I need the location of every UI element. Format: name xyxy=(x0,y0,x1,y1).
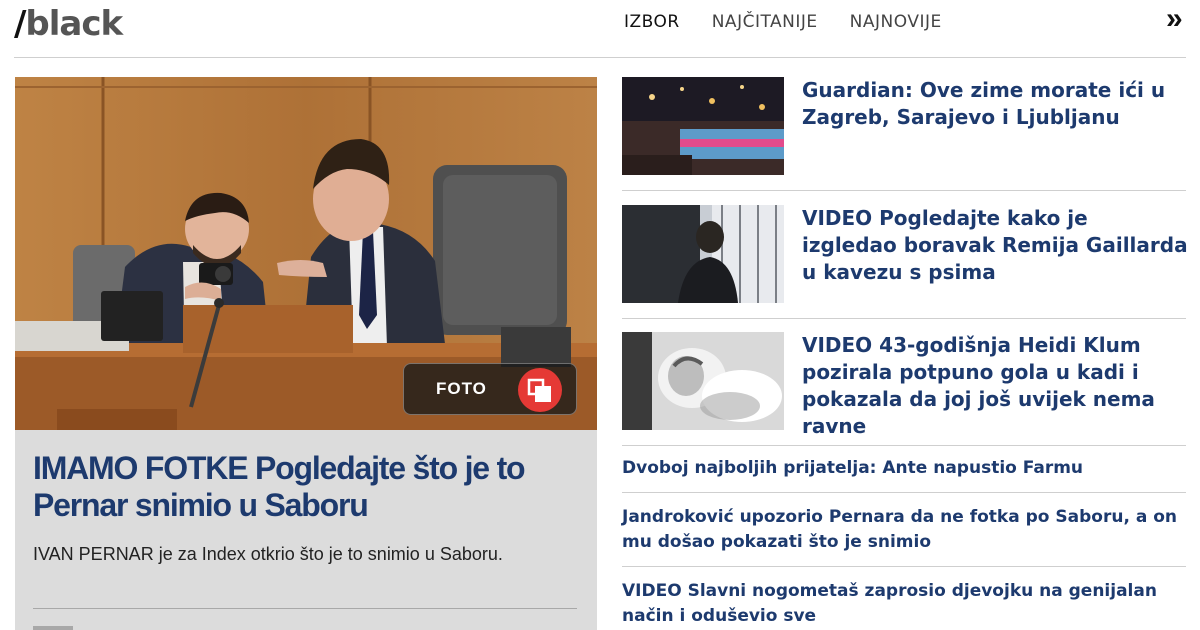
story-headline[interactable]: VIDEO 43-godišnja Heidi Klum pozirala po… xyxy=(802,332,1188,440)
featured-headline[interactable]: IMAMO FOTKE Pogledajte što je to Pernar … xyxy=(33,450,583,524)
feature-scroll-indicator xyxy=(33,626,73,630)
story-divider xyxy=(622,445,1186,446)
section-nav: IZBOR NAJČITANIJE NAJNOVIJE xyxy=(624,12,942,32)
logo-word: black xyxy=(25,4,123,44)
nav-item-izbor[interactable]: IZBOR xyxy=(624,12,680,32)
story-item[interactable]: Guardian: Ove zime morate ići u Zagreb, … xyxy=(622,77,1186,175)
featured-article[interactable]: FOTO IMAMO FOTKE Pogledajte što je to Pe… xyxy=(15,77,597,630)
text-story-headline[interactable]: VIDEO Slavni nogometaš zaprosio djevojku… xyxy=(622,579,1186,629)
story-item[interactable]: VIDEO 43-godišnja Heidi Klum pozirala po… xyxy=(622,332,1186,438)
logo-slash: / xyxy=(14,4,26,44)
nav-item-najnovije[interactable]: NAJNOVIJE xyxy=(850,12,942,32)
story-thumbnail[interactable] xyxy=(622,205,784,303)
photo-badge-label: FOTO xyxy=(436,379,487,398)
story-divider xyxy=(622,190,1186,191)
header-divider xyxy=(14,57,1186,58)
crowd-night-photo xyxy=(622,77,784,175)
story-item[interactable]: VIDEO Pogledajte kako je izgledao borava… xyxy=(622,205,1188,303)
gallery-icon xyxy=(518,368,562,412)
nav-item-najcitanije[interactable]: NAJČITANIJE xyxy=(712,12,818,32)
featured-lead: IVAN PERNAR je za Index otkrio što je to… xyxy=(33,544,503,564)
story-divider xyxy=(622,492,1186,493)
text-story-headline[interactable]: Jandroković upozorio Pernara da ne fotka… xyxy=(622,505,1186,555)
story-thumbnail[interactable] xyxy=(622,77,784,175)
story-headline[interactable]: VIDEO Pogledajte kako je izgledao borava… xyxy=(802,205,1188,286)
story-headline[interactable]: Guardian: Ove zime morate ići u Zagreb, … xyxy=(802,77,1188,131)
feature-divider xyxy=(33,608,577,609)
story-divider xyxy=(622,566,1186,567)
story-thumbnail[interactable] xyxy=(622,332,784,430)
site-header: /black IZBOR NAJČITANIJE NAJNOVIJE » xyxy=(0,0,1200,58)
photo-gallery-badge[interactable]: FOTO xyxy=(403,363,577,415)
text-story-headline[interactable]: Dvoboj najboljih prijatelja: Ante napust… xyxy=(622,456,1186,481)
featured-photo[interactable]: FOTO xyxy=(15,77,597,430)
bath-photo xyxy=(622,332,784,430)
site-logo[interactable]: /black xyxy=(14,4,123,44)
more-arrow-icon[interactable]: » xyxy=(1166,2,1183,36)
story-divider xyxy=(622,318,1186,319)
kennel-video-still xyxy=(622,205,784,303)
